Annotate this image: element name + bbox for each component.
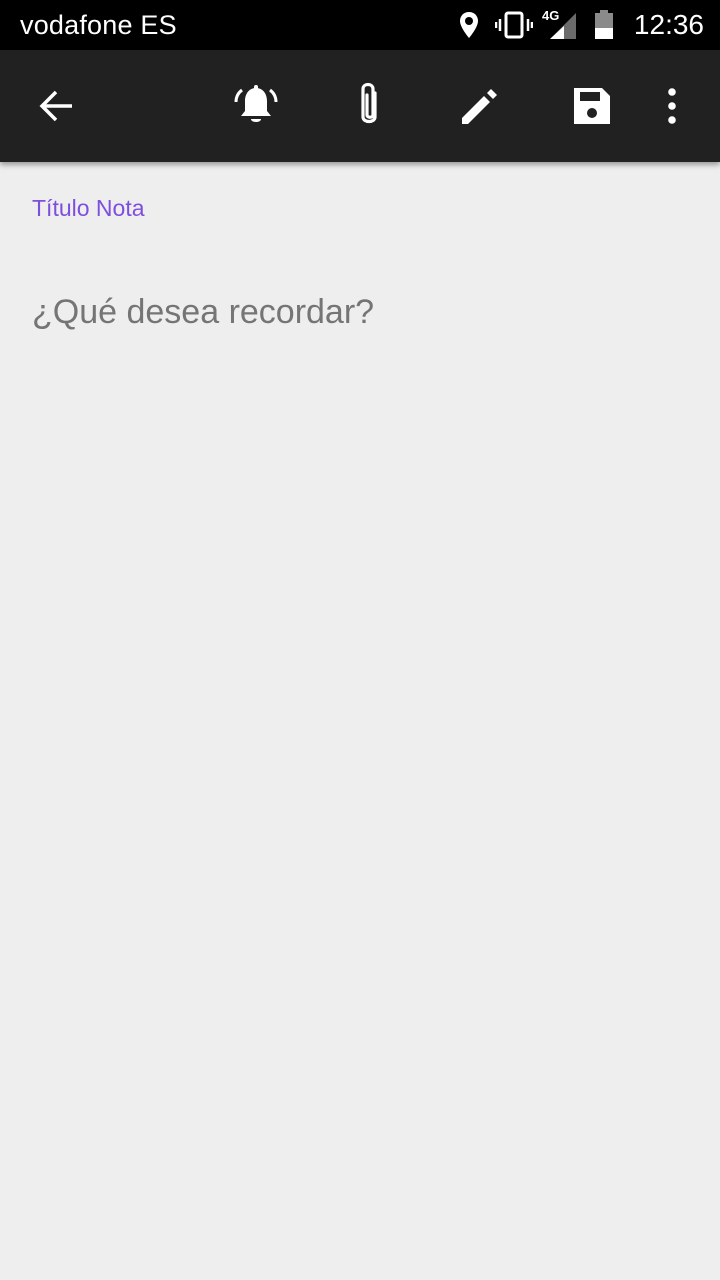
note-body-input[interactable] (32, 288, 688, 336)
attachment-icon (361, 82, 377, 124)
note-toolbar (0, 50, 720, 162)
back-button[interactable] (28, 78, 84, 134)
battery-icon (595, 10, 613, 39)
carrier-name: vodafone ES (20, 10, 177, 40)
alarm-bell-icon (234, 85, 278, 122)
note-editor: Título Nota (0, 162, 720, 1280)
reminder-button[interactable] (228, 78, 284, 134)
more-vertical-icon (668, 88, 676, 124)
status-bar: vodafone ES 4G 12:36 (0, 0, 720, 50)
signal-icon (550, 13, 576, 39)
note-title-field[interactable]: Título Nota (32, 194, 145, 222)
edit-pencil-icon (462, 89, 497, 124)
edit-button[interactable] (452, 78, 508, 134)
vibrate-icon (495, 11, 533, 39)
save-icon (574, 88, 610, 124)
more-options-button[interactable] (644, 78, 700, 134)
attach-button[interactable] (341, 78, 397, 134)
location-icon (460, 12, 478, 38)
status-clock: 12:36 (633, 9, 704, 40)
save-button[interactable] (564, 78, 620, 134)
back-arrow-icon (39, 90, 72, 122)
